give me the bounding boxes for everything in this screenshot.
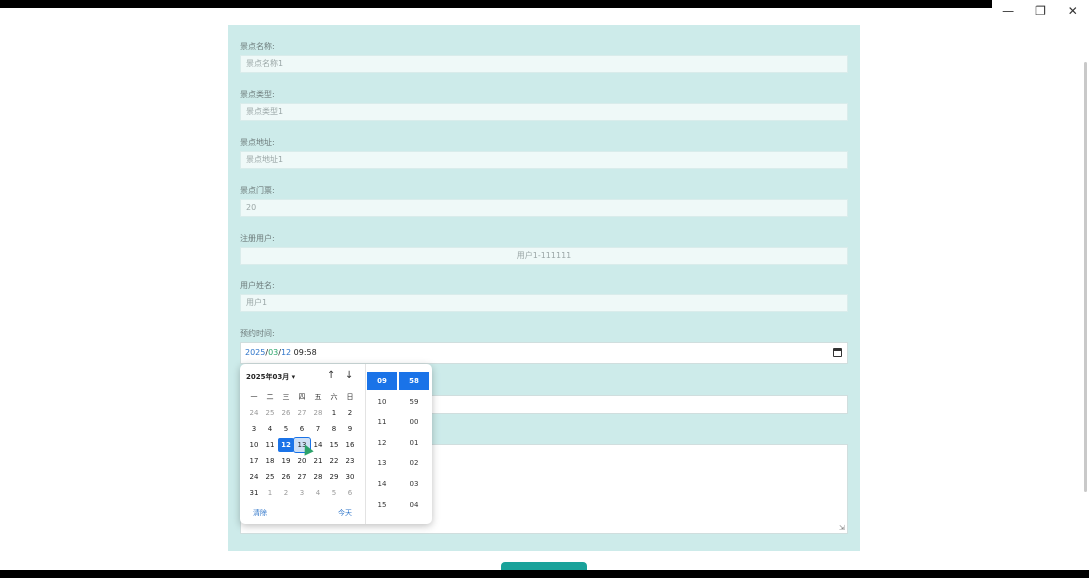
- calendar-day[interactable]: 21: [310, 454, 326, 468]
- prev-month-arrow-icon[interactable]: ↑: [327, 370, 335, 381]
- minute-option[interactable]: 01: [399, 434, 429, 452]
- field-label: 景点地址:: [240, 138, 275, 147]
- time-value: 09:58: [291, 348, 317, 357]
- calendar-day[interactable]: 1: [262, 486, 278, 500]
- calendar-day[interactable]: 22: [326, 454, 342, 468]
- scenic-address-input[interactable]: 景点地址1: [240, 151, 848, 169]
- resize-handle-icon[interactable]: ⇲: [839, 525, 846, 532]
- calendar-day[interactable]: 10: [246, 438, 262, 452]
- calendar-day[interactable]: 12: [278, 438, 294, 452]
- calendar-day[interactable]: 4: [262, 422, 278, 436]
- calendar-day[interactable]: 15: [326, 438, 342, 452]
- calendar: 2025年03月 ▾ ↑ ↓ 一二三四五六日 24 25 26 27 28 1 2 3 4 5 6 7 8…: [240, 364, 365, 524]
- weekday-header: 三: [282, 393, 290, 401]
- calendar-day[interactable]: 3: [294, 486, 310, 500]
- calendar-day[interactable]: 23: [342, 454, 358, 468]
- calendar-day[interactable]: 5: [326, 486, 342, 500]
- calendar-day[interactable]: 4: [310, 486, 326, 500]
- calendar-day[interactable]: 28: [310, 470, 326, 484]
- minute-option[interactable]: 59: [399, 393, 429, 411]
- calendar-day[interactable]: 2: [342, 406, 358, 420]
- minute-option[interactable]: 03: [399, 475, 429, 493]
- calendar-day[interactable]: 28: [310, 406, 326, 420]
- calendar-day[interactable]: 7: [310, 422, 326, 436]
- month-selector[interactable]: 2025年03月 ▾: [246, 372, 295, 382]
- restore-icon[interactable]: ❐: [1030, 1, 1050, 21]
- calendar-day[interactable]: 25: [262, 406, 278, 420]
- field-label: 预约时间:: [240, 329, 275, 338]
- clear-button[interactable]: 清除: [253, 508, 267, 518]
- hour-option[interactable]: 14: [367, 475, 397, 493]
- window-controls: — ❐ ✕: [992, 0, 1089, 22]
- calendar-day[interactable]: 25: [262, 470, 278, 484]
- calendar-day[interactable]: 1: [326, 406, 342, 420]
- vertical-scrollbar[interactable]: [1084, 62, 1087, 492]
- calendar-day[interactable]: 18: [262, 454, 278, 468]
- calendar-day[interactable]: 3: [246, 422, 262, 436]
- weekday-header: 日: [346, 393, 354, 401]
- today-button[interactable]: 今天: [338, 508, 352, 518]
- user-name-input[interactable]: 用户1: [240, 294, 848, 312]
- field-label: 注册用户:: [240, 234, 275, 243]
- weekday-header: 五: [314, 393, 322, 401]
- minute-option[interactable]: 58: [399, 372, 429, 390]
- close-icon[interactable]: ✕: [1063, 1, 1083, 21]
- field-label: 用户姓名:: [240, 281, 275, 290]
- calendar-day[interactable]: 6: [342, 486, 358, 500]
- bottom-bar: [0, 570, 1089, 578]
- top-bar: [0, 0, 992, 8]
- hour-option[interactable]: 09: [367, 372, 397, 390]
- weekday-header: 六: [330, 393, 338, 401]
- next-month-arrow-icon[interactable]: ↓: [345, 370, 353, 381]
- calendar-day[interactable]: 16: [342, 438, 358, 452]
- date-day: 12: [280, 348, 292, 357]
- minute-option[interactable]: 02: [399, 454, 429, 472]
- calendar-day[interactable]: 24: [246, 406, 262, 420]
- registered-user-select[interactable]: 用户1-111111: [240, 247, 848, 265]
- minute-option[interactable]: 00: [399, 413, 429, 431]
- hour-column: 09 10 11 12 13 14 15: [367, 372, 397, 516]
- calendar-day[interactable]: 8: [326, 422, 342, 436]
- ticket-price-input[interactable]: 20: [240, 199, 848, 217]
- calendar-day[interactable]: 26: [278, 470, 294, 484]
- calendar-day[interactable]: 5: [278, 422, 294, 436]
- page: — ❐ ✕ 景点名称: 景点名称1 景点类型: 景点类型1 景点地址: 景点地址…: [0, 0, 1089, 578]
- calendar-day[interactable]: 27: [294, 470, 310, 484]
- minute-option[interactable]: 04: [399, 496, 429, 514]
- booking-time-input[interactable]: 2025/03/12 09:58: [240, 342, 848, 364]
- date-year: 2025: [245, 348, 266, 357]
- calendar-day[interactable]: 11: [262, 438, 278, 452]
- hour-option[interactable]: 12: [367, 434, 397, 452]
- minute-column: 58 59 00 01 02 03 04: [399, 372, 429, 516]
- calendar-day[interactable]: 29: [326, 470, 342, 484]
- calendar-day[interactable]: 6: [294, 422, 310, 436]
- weekday-header: 四: [298, 393, 306, 401]
- calendar-day[interactable]: 17: [246, 454, 262, 468]
- weekday-header: 二: [266, 393, 274, 401]
- calendar-day[interactable]: 20: [294, 454, 310, 468]
- hour-option[interactable]: 13: [367, 454, 397, 472]
- date-month: 03: [268, 348, 279, 357]
- weekday-header: 一: [250, 393, 258, 401]
- scenic-name-input[interactable]: 景点名称1: [240, 55, 848, 73]
- calendar-day[interactable]: 27: [294, 406, 310, 420]
- scenic-type-input[interactable]: 景点类型1: [240, 103, 848, 121]
- field-label: 景点类型:: [240, 90, 275, 99]
- calendar-day[interactable]: 24: [246, 470, 262, 484]
- calendar-day[interactable]: 26: [278, 406, 294, 420]
- calendar-day[interactable]: 2: [278, 486, 294, 500]
- calendar-day[interactable]: 30: [342, 470, 358, 484]
- minimize-icon[interactable]: —: [998, 1, 1018, 21]
- hour-option[interactable]: 11: [367, 413, 397, 431]
- datetime-picker: 2025年03月 ▾ ↑ ↓ 一二三四五六日 24 25 26 27 28 1 2 3 4 5 6 7 8…: [240, 364, 432, 524]
- divider: [365, 364, 366, 524]
- calendar-day[interactable]: 9: [342, 422, 358, 436]
- calendar-day[interactable]: 19: [278, 454, 294, 468]
- calendar-icon[interactable]: [833, 348, 842, 357]
- hour-option[interactable]: 10: [367, 393, 397, 411]
- calendar-day[interactable]: 31: [246, 486, 262, 500]
- field-label: 景点名称:: [240, 42, 275, 51]
- field-label: 景点门票:: [240, 186, 275, 195]
- hour-option[interactable]: 15: [367, 496, 397, 514]
